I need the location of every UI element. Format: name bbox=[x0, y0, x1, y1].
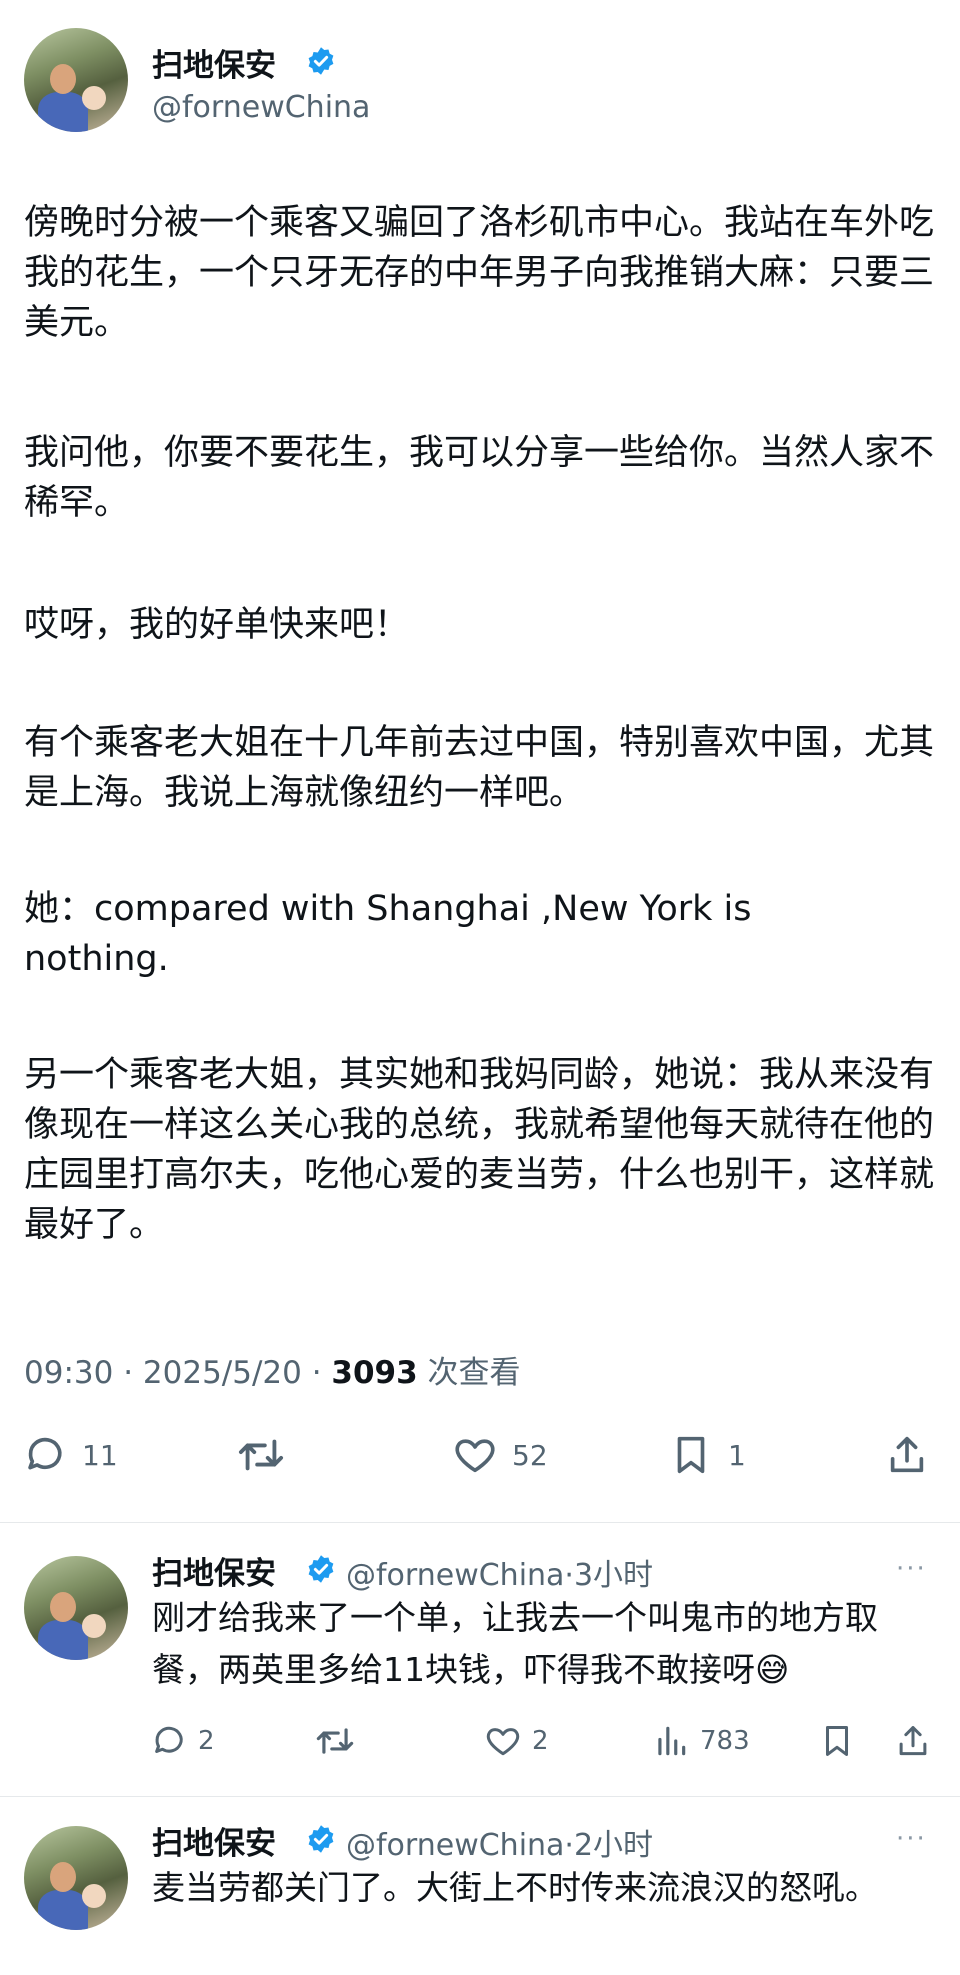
tweet-paragraph: 她：compared with Shanghai ,New York is no… bbox=[24, 889, 752, 979]
reply-avatar[interactable] bbox=[24, 1826, 128, 1930]
heart-icon bbox=[486, 1728, 520, 1756]
share-icon bbox=[890, 1436, 924, 1473]
like-count: 2 bbox=[532, 1726, 549, 1756]
views-button[interactable]: 783 bbox=[652, 1722, 750, 1760]
reply-handle-time[interactable]: @fornewChina·3小时 bbox=[346, 1550, 653, 1594]
reply-avatar[interactable] bbox=[24, 1556, 128, 1660]
more-options-button[interactable]: ··· bbox=[896, 1824, 927, 1854]
reply-text: 刚才给我来了一个单，让我去一个叫鬼市的地方取餐，两英里多给11块钱，吓得我不敢接… bbox=[152, 1598, 878, 1689]
avatar-figure-shirt bbox=[38, 92, 88, 132]
divider bbox=[0, 1796, 960, 1797]
share-button[interactable] bbox=[894, 1722, 932, 1760]
reply-icon bbox=[28, 1437, 62, 1470]
divider bbox=[0, 1522, 960, 1523]
more-options-button[interactable]: ··· bbox=[896, 1554, 927, 1584]
like-count: 52 bbox=[512, 1438, 548, 1472]
tweet-paragraph: 另一个乘客老大姐，其实她和我妈同龄，她说：我从来没有像现在一样这么关心我的总统，… bbox=[24, 1055, 935, 1245]
bookmark-button[interactable] bbox=[818, 1722, 856, 1760]
bookmark-count: 1 bbox=[728, 1438, 746, 1472]
reply-count: 11 bbox=[82, 1438, 118, 1472]
verified-badge-icon bbox=[308, 47, 334, 75]
avatar-figure-shirt bbox=[38, 1620, 88, 1660]
share-button[interactable] bbox=[884, 1432, 930, 1478]
reply-count: 2 bbox=[198, 1726, 215, 1756]
tweet-paragraph: 哎呀，我的好单快来吧！ bbox=[24, 605, 410, 645]
tweet-meta: 09:30 · 2025/5/20 · 3093 次查看 bbox=[24, 1347, 521, 1392]
tweet-paragraph: 傍晚时分被一个乘客又骗回了洛杉矶市中心。我站在车外吃我的花生，一个只牙无存的中年… bbox=[24, 203, 935, 343]
reply-handle-time[interactable]: @fornewChina·2小时 bbox=[346, 1820, 653, 1864]
avatar-figure-baby bbox=[82, 1884, 106, 1908]
tweet-timestamp[interactable]: 09:30 · 2025/5/20 · bbox=[24, 1355, 331, 1391]
retweet-icon bbox=[238, 1439, 284, 1471]
views-count: 3093 bbox=[331, 1355, 418, 1391]
avatar-figure-head bbox=[50, 1862, 76, 1892]
share-icon bbox=[899, 1726, 927, 1756]
author-avatar[interactable] bbox=[24, 28, 128, 132]
like-button[interactable]: 52 bbox=[452, 1432, 548, 1478]
tweet-paragraph: 我问他，你要不要花生，我可以分享一些给你。当然人家不稀罕。 bbox=[24, 433, 935, 523]
reply-icon bbox=[155, 1726, 183, 1753]
reply-author-name[interactable]: 扫地保安 bbox=[152, 1818, 276, 1863]
avatar-figure-head bbox=[50, 1592, 76, 1622]
bookmark-icon bbox=[677, 1436, 705, 1474]
analytics-icon bbox=[658, 1726, 686, 1756]
bookmark-icon bbox=[825, 1726, 849, 1756]
reply-author-name[interactable]: 扫地保安 bbox=[152, 1548, 276, 1593]
avatar-figure-shirt bbox=[38, 1890, 88, 1930]
author-handle[interactable]: @fornewChina bbox=[152, 90, 370, 125]
bookmark-button[interactable]: 1 bbox=[668, 1432, 746, 1478]
like-button[interactable]: 2 bbox=[484, 1722, 549, 1760]
heart-icon bbox=[455, 1439, 495, 1473]
retweet-button[interactable] bbox=[314, 1722, 356, 1760]
retweet-icon bbox=[316, 1728, 354, 1754]
reply-text: 麦当劳都关门了。大街上不时传来流浪汉的怒吼。 bbox=[152, 1868, 878, 1907]
avatar-figure-baby bbox=[82, 1614, 106, 1638]
views-label: 次查看 bbox=[417, 1355, 521, 1391]
tweet-paragraph: 有个乘客老大姐在十几年前去过中国，特别喜欢中国，尤其是上海。我说上海就像纽约一样… bbox=[24, 723, 935, 813]
avatar-figure-head bbox=[50, 64, 76, 94]
reply-button[interactable]: 2 bbox=[150, 1722, 215, 1760]
verified-badge-icon bbox=[308, 1825, 334, 1853]
author-name[interactable]: 扫地保安 bbox=[152, 40, 276, 85]
verified-badge-icon bbox=[308, 1555, 334, 1583]
view-count: 783 bbox=[700, 1726, 750, 1756]
avatar-figure-baby bbox=[82, 86, 106, 110]
reply-button[interactable]: 11 bbox=[22, 1432, 118, 1478]
retweet-button[interactable] bbox=[236, 1432, 286, 1478]
